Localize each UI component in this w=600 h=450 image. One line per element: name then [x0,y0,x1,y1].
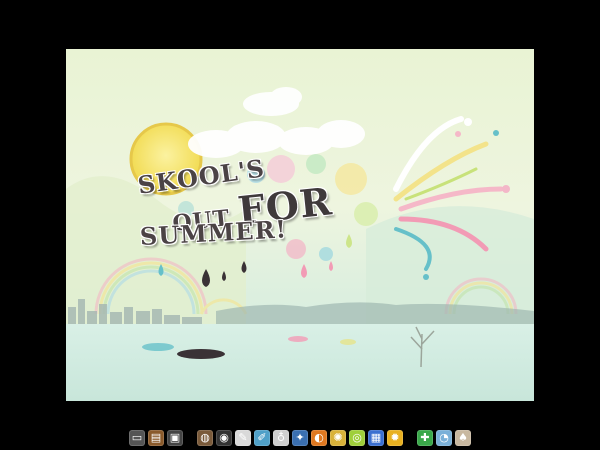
bottle-icon[interactable]: ♁ [273,430,289,446]
firefox-icon[interactable]: ◐ [311,430,327,446]
desktop-wallpaper: SKOOL'S OUT FOR SUMMER! [66,49,534,401]
calendar-icon[interactable]: ▦ [368,430,384,446]
dock-group: ✚ ◔ ♠ [417,430,471,446]
bee-icon[interactable]: ✺ [330,430,346,446]
sun-icon[interactable]: ✹ [387,430,403,446]
dock-group: ◍ ◉ ✎ ✐ ♁ ✦ ◐ ✺ ◎ ▦ ✹ [197,430,403,446]
dock-bar: ▭ ▤ ▣ ◍ ◉ ✎ ✐ ♁ ✦ ◐ ✺ ◎ ▦ ✹ ✚ ◔ ♠ [0,426,600,450]
wallpaper-title-line-3: SUMMER! [139,214,288,251]
disc-icon[interactable]: ◉ [216,430,232,446]
mushroom-icon[interactable]: ♠ [455,430,471,446]
terminal-icon[interactable]: ▣ [167,430,183,446]
text-editor-icon[interactable]: ✐ [254,430,270,446]
tennis-ball-icon[interactable]: ◎ [349,430,365,446]
bird-icon[interactable]: ◔ [436,430,452,446]
book-icon[interactable]: ▤ [148,430,164,446]
globe-icon[interactable]: ◍ [197,430,213,446]
dock-group: ▭ ▤ ▣ [129,430,183,446]
paint-icon[interactable]: ✦ [292,430,308,446]
monitor-icon[interactable]: ▭ [129,430,145,446]
puzzle-icon[interactable]: ✚ [417,430,433,446]
document-icon[interactable]: ✎ [235,430,251,446]
